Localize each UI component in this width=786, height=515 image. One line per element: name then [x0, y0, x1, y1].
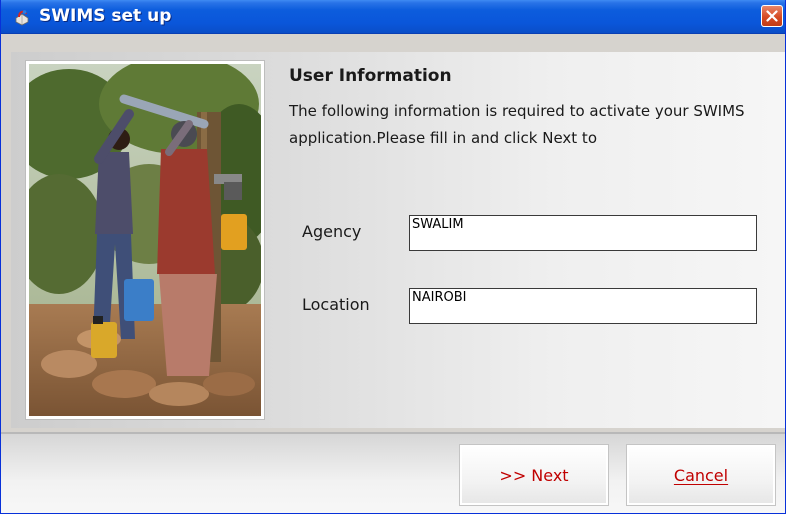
- close-button[interactable]: [761, 5, 783, 27]
- setup-dialog: SWIMS set up User Information The follow…: [0, 0, 786, 514]
- cancel-button-label: Cancel: [673, 465, 729, 485]
- agency-label: Agency: [302, 222, 362, 241]
- instructions-text: The following information is required to…: [289, 102, 745, 147]
- content-panel: User Information The following informati…: [11, 52, 785, 428]
- location-label: Location: [302, 295, 370, 314]
- location-input[interactable]: NAIROBI: [409, 288, 757, 324]
- cancel-button[interactable]: Cancel: [626, 444, 776, 506]
- next-button[interactable]: >> Next: [459, 444, 609, 506]
- section-heading: User Information: [289, 66, 452, 86]
- photo-frame: [25, 60, 265, 420]
- location-value: NAIROBI: [412, 290, 467, 305]
- app-icon: [15, 10, 29, 26]
- people-at-water-pump-photo: [29, 64, 261, 416]
- agency-value: SWALIM: [412, 217, 464, 232]
- next-button-label: >> Next: [499, 465, 569, 485]
- window-title: SWIMS set up: [39, 6, 172, 26]
- agency-input[interactable]: SWALIM: [409, 215, 757, 251]
- title-bar[interactable]: SWIMS set up: [1, 0, 785, 34]
- close-icon: [766, 10, 778, 22]
